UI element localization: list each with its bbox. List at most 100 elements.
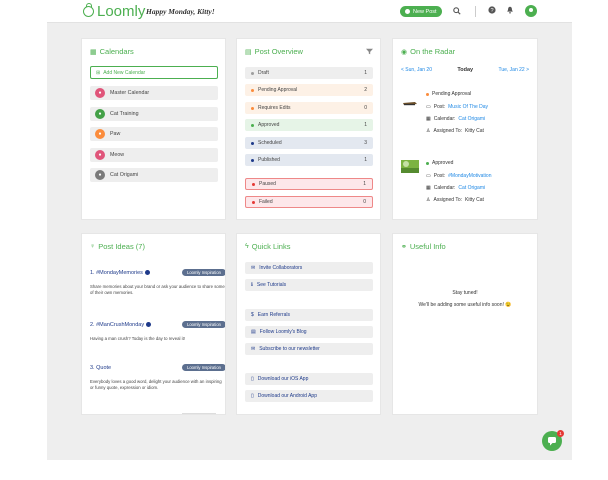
phone-icon: ▯	[251, 376, 254, 382]
status-dot	[251, 71, 254, 75]
idea-title[interactable]: 2. #ManCrushMonday	[90, 321, 152, 328]
calendar-link[interactable]: Cat Origami	[458, 116, 485, 122]
post-status-row[interactable]: Draft 1	[245, 67, 373, 79]
calendar-avatar-icon: ●	[95, 149, 105, 160]
download-android-app-link[interactable]: ▯ Download our Android App	[245, 390, 373, 402]
status-label-group: Published	[251, 157, 280, 163]
search-icon[interactable]	[453, 7, 461, 17]
help-icon[interactable]: ?	[488, 6, 496, 16]
post-icon: ▭	[426, 173, 431, 179]
post-thumbnail	[401, 160, 419, 173]
radar-calendar-line: ▦ Calendar: Cat Origami	[426, 116, 485, 122]
status-label-group: Scheduled	[251, 140, 282, 146]
idea-title-text: 2. #ManCrushMonday	[90, 321, 145, 328]
calendar-item-label: Master Calendar	[110, 90, 150, 96]
quick-links-card: ϟ Quick Links ✉ Invite Collaborators ℹ See…	[236, 233, 381, 415]
radar-prev-day-link[interactable]: < Sun, Jan 20	[401, 67, 432, 73]
calendar-label: Calendar:	[433, 116, 456, 122]
loomly-inspiration-badge: Loomly Inspiration	[182, 269, 225, 276]
post-icon: ▭	[426, 104, 431, 110]
invite-collaborators-link[interactable]: ✉ Invite Collaborators	[245, 262, 373, 274]
post-status-row[interactable]: Paused 1	[245, 178, 373, 190]
calendar-item[interactable]: ● Master Calendar	[90, 86, 218, 100]
status-label: Pending Approval	[258, 87, 298, 93]
calendar-item[interactable]: ● Cat Origami	[90, 168, 218, 182]
post-link[interactable]: Music Of The Day	[448, 104, 488, 110]
subscribe-newsletter-link[interactable]: ✉ Subscribe to our newsletter	[245, 343, 373, 355]
link-icon: ⚭	[401, 243, 407, 251]
calendar-item[interactable]: ● Cat Training	[90, 106, 218, 121]
useful-info-title-text: Useful Info	[409, 242, 446, 251]
newspaper-icon: ▤	[251, 329, 256, 335]
radar-calendar-line: ▦ Calendar: Cat Origami	[426, 185, 485, 191]
alarm-clock-icon	[83, 3, 94, 17]
post-link[interactable]: #MondayMotivation	[448, 173, 491, 179]
post-status-row[interactable]: Approved 1	[245, 119, 373, 131]
user-avatar-icon[interactable]	[525, 5, 537, 17]
lightbulb-icon: ♀	[90, 243, 96, 250]
status-dot	[251, 88, 254, 92]
idea-description: Share memories about your brand or ask y…	[90, 284, 225, 295]
quick-links-title: ϟ Quick Links	[245, 242, 290, 251]
post-status-row[interactable]: Pending Approval 2	[245, 84, 373, 96]
download-ios-app-link[interactable]: ▯ Download our iOS App	[245, 373, 373, 385]
radar-next-day-link[interactable]: Tue, Jan 22 >	[498, 67, 529, 73]
see-tutorials-link[interactable]: ℹ See Tutorials	[245, 279, 373, 291]
status-count: 1	[364, 122, 367, 128]
quick-link-label: Download our iOS App	[257, 376, 309, 382]
quick-link-label: See Tutorials	[256, 282, 287, 288]
calendar-item[interactable]: ● Meow	[90, 147, 218, 162]
status-label-group: Draft	[251, 70, 269, 76]
status-text: Approved	[432, 160, 454, 166]
useful-info-line2: We'll be adding some useful info soon! 😉	[418, 302, 512, 308]
useful-info-line1: Stay tuned!	[452, 290, 478, 296]
post-idea-item[interactable]: 1. #MondayMemories Loomly Inspiration Sha…	[90, 269, 225, 296]
envelope-icon: ✉	[251, 346, 256, 352]
post-status-row[interactable]: Failed 0	[245, 196, 373, 208]
scroll-indicator[interactable]	[182, 413, 216, 414]
status-label-group: Paused	[252, 181, 276, 187]
assigned-label: Assigned To:	[433, 128, 463, 134]
toolbar-divider	[475, 6, 476, 17]
user-icon: ♙	[426, 197, 431, 203]
idea-title[interactable]: 1. #MondayMemories	[90, 270, 150, 276]
document-icon: ▤	[245, 48, 252, 56]
new-post-button[interactable]: New Post	[400, 6, 442, 17]
greeting-text: Happy Monday, Kitty!	[146, 7, 215, 16]
add-new-calendar-button[interactable]: ⊞ Add New Calendar	[90, 66, 218, 79]
calendar-item[interactable]: ● Paw	[90, 127, 218, 141]
bell-icon[interactable]	[506, 6, 514, 16]
on-the-radar-card: ◉ On the Radar < Sun, Jan 20 Today Tue, …	[392, 38, 538, 220]
info-icon: ℹ	[251, 282, 253, 288]
calendar-item-label: Paw	[110, 131, 121, 137]
earn-referrals-link[interactable]: $ Earn Referrals	[245, 309, 373, 321]
loomly-logo[interactable]: Loomly	[83, 3, 145, 20]
status-count: 0	[364, 105, 367, 111]
status-dot	[426, 92, 429, 96]
chat-icon	[548, 437, 556, 446]
post-status-row[interactable]: Published 1	[245, 154, 373, 166]
post-idea-item[interactable]: 3. Quote Loomly Inspiration Everybody lov…	[90, 364, 225, 391]
calendar-item-label: Cat Origami	[110, 172, 139, 178]
post-status-row[interactable]: Requires Edits 0	[245, 102, 373, 114]
post-status-row[interactable]: Scheduled 3	[245, 137, 373, 149]
status-count: 2	[364, 87, 367, 93]
follow-blog-link[interactable]: ▤ Follow Loomly's Blog	[245, 326, 373, 338]
radar-assigned-line: ♙ Assigned To: Kitty Cat	[426, 128, 484, 134]
filter-icon[interactable]	[366, 48, 373, 57]
plus-icon	[405, 9, 410, 14]
info-icon[interactable]	[144, 270, 150, 275]
radar-today-label: Today	[457, 67, 474, 73]
status-dot	[251, 141, 254, 145]
calendar-avatar-icon: ●	[95, 170, 105, 180]
loomly-inspiration-badge: Loomly Inspiration	[182, 321, 225, 328]
radar-title-text: On the Radar	[410, 47, 456, 56]
info-icon[interactable]	[146, 322, 152, 327]
status-label: Requires Edits	[258, 105, 291, 111]
post-label: Post:	[433, 173, 446, 179]
post-idea-item[interactable]: 2. #ManCrushMonday Loomly Inspiration Hav…	[90, 321, 225, 342]
status-dot	[252, 182, 255, 186]
quick-link-label: Follow Loomly's Blog	[259, 329, 307, 335]
idea-title[interactable]: 3. Quote	[90, 365, 111, 371]
calendar-link[interactable]: Cat Origami	[458, 185, 485, 191]
